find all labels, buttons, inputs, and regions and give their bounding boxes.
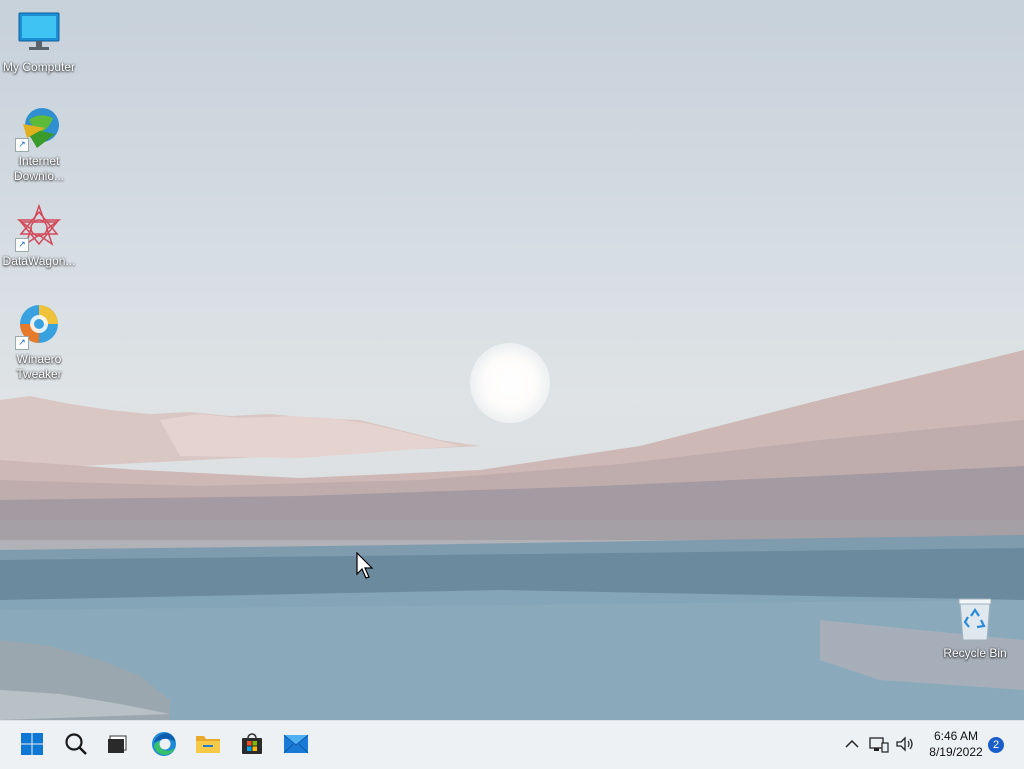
shortcut-arrow-icon: ↗ [15,138,29,152]
edge-icon [151,731,177,760]
desktop-icon-recycle-bin[interactable]: Recycle Bin [936,596,1014,661]
network-icon [869,735,889,756]
desktop-icon-label-line1: Winaero [16,352,62,366]
volume-icon [895,735,915,756]
desktop-icon-label: Recycle Bin [943,646,1007,660]
start-button[interactable] [14,727,50,763]
mouse-cursor-icon [356,551,376,583]
taskbar: 6:46 AM 8/19/2022 2 [0,720,1024,769]
desktop-icon-datawagon[interactable]: ↗ DataWagon... [0,203,78,269]
desktop: My Computer ↗ Internet Downlo... ↗ DataW… [0,0,1024,720]
datawagon-icon: ↗ [15,203,63,252]
chevron-up-icon [845,738,859,752]
clock-time: 6:46 AM [933,729,979,743]
sun [470,343,550,423]
clock[interactable]: 6:46 AM 8/19/2022 [916,728,996,760]
internet-download-manager-icon: ↗ [15,104,63,152]
desktop-icon-my-computer[interactable]: My Computer [0,10,78,75]
task-view-button[interactable] [100,727,136,763]
file-explorer-button[interactable] [190,727,226,763]
desktop-icon-winaero-tweaker[interactable]: ↗ Winaero Tweaker [0,302,78,382]
shortcut-arrow-icon: ↗ [15,238,29,252]
folder-icon [195,732,221,759]
edge-button[interactable] [146,727,182,763]
desktop-icon-label-line2: Tweaker [16,367,62,381]
desktop-icon-internet-download-manager[interactable]: ↗ Internet Downlo... [0,104,78,184]
desktop-icon-label: DataWagon... [2,254,76,268]
clock-date: 8/19/2022 [929,745,983,759]
network-button[interactable] [868,731,890,759]
show-hidden-icons-button[interactable] [842,731,862,759]
search-button[interactable] [58,727,94,763]
winaero-tweaker-icon: ↗ [15,302,63,350]
monitor-icon [15,10,63,58]
recycle-bin-icon [951,596,999,644]
notification-badge[interactable]: 2 [988,737,1004,753]
shortcut-arrow-icon: ↗ [15,336,29,350]
desktop-icon-label-line1: Internet [18,154,60,168]
task-view-icon [106,732,130,759]
volume-button[interactable] [894,731,916,759]
desktop-icon-label: My Computer [2,60,76,74]
store-button[interactable] [234,727,270,763]
store-icon [240,732,264,759]
search-icon [64,732,88,759]
desktop-icon-label-line2: Downlo... [13,169,65,183]
mail-icon [283,733,309,758]
mail-button[interactable] [278,727,314,763]
windows-logo-icon [20,732,44,759]
